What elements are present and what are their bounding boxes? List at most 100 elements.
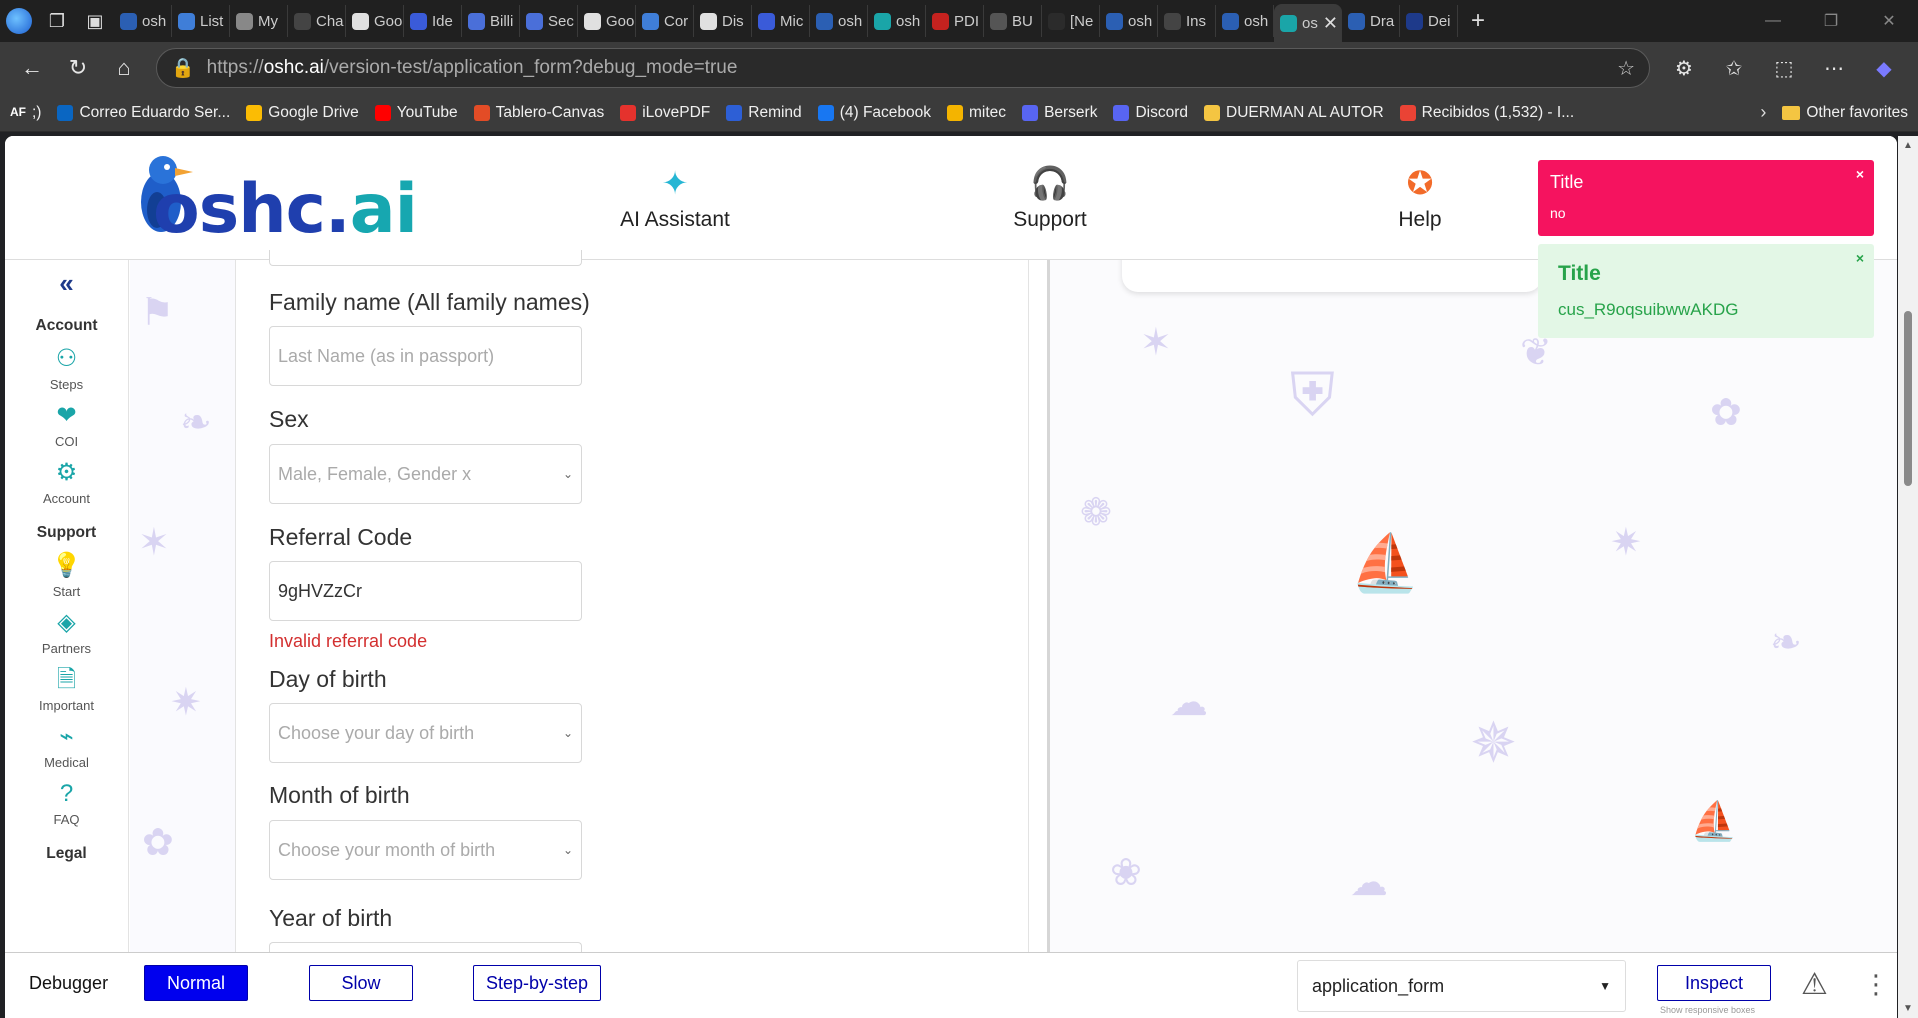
sidebar-item-steps[interactable]: ⚇ Steps (5, 345, 128, 392)
sidebar-item-start[interactable]: 💡 Start (5, 552, 128, 599)
browser-tab[interactable]: Cor (636, 5, 694, 37)
bookmarks-more-icon[interactable]: › (1760, 102, 1766, 123)
sidebar-item-medical[interactable]: ⌁ Medical (5, 723, 128, 770)
browser-tab[interactable]: osh (1216, 5, 1274, 37)
browser-tab[interactable]: Mic (752, 5, 810, 37)
browser-tab[interactable]: PDI (926, 5, 984, 37)
back-icon[interactable]: ← (12, 48, 52, 88)
address-bar[interactable]: 🔒 https://oshc.ai/version-test/applicati… (156, 48, 1650, 88)
browser-tab[interactable]: Billi (462, 5, 520, 37)
bookmark-item[interactable]: Remind (726, 104, 802, 122)
browser-tab[interactable]: Dra (1342, 5, 1400, 37)
new-tab-icon[interactable]: + (1458, 7, 1498, 35)
favorites-icon[interactable]: ✩ (1712, 48, 1756, 88)
browser-tab[interactable]: Ins (1158, 5, 1216, 37)
other-favorites[interactable]: Other favorites (1782, 104, 1908, 122)
tab-title: Dei (1428, 12, 1451, 30)
normal-mode-button[interactable]: Normal (144, 965, 248, 1001)
header-nav-support[interactable]: 🎧 Support (960, 162, 1140, 232)
close-tab-icon[interactable]: ✕ (1323, 13, 1338, 34)
extensions-icon[interactable]: ⚙ (1662, 48, 1706, 88)
sidebar-item-partners[interactable]: ◈ Partners (5, 609, 128, 656)
browser-tab[interactable]: Cha (288, 5, 346, 37)
browser-tab[interactable]: Dis (694, 5, 752, 37)
tab-title: BU (1012, 12, 1033, 30)
browser-tab[interactable]: Goo (346, 5, 404, 37)
bookmark-item[interactable]: iLovePDF (620, 104, 710, 122)
lock-icon[interactable]: 🔒 (171, 56, 195, 80)
day-of-birth-label: Day of birth (269, 666, 387, 692)
lifebuoy-icon: ✪ (1406, 165, 1434, 201)
chevron-down-icon: ⌄ (562, 843, 573, 857)
bookmark-item[interactable]: Correo Eduardo Ser... (57, 104, 230, 122)
browser-tab-active[interactable]: os ✕ (1274, 4, 1342, 42)
bookmark-item[interactable]: Google Drive (246, 104, 359, 122)
sidebar-item-important[interactable]: 🗎 Important (5, 666, 128, 713)
profile-avatar-icon[interactable] (0, 0, 38, 42)
step-by-step-button[interactable]: Step-by-step (473, 965, 601, 1001)
bookmark-item[interactable]: Recibidos (1,532) - I... (1399, 104, 1574, 122)
scroll-up-icon[interactable]: ▲ (1902, 140, 1914, 151)
bookmark-item[interactable]: DUERMAN AL AUTOR (1204, 104, 1384, 122)
browser-tab[interactable]: Dei (1400, 5, 1458, 37)
home-icon[interactable]: ⌂ (104, 48, 144, 88)
workspaces-icon[interactable]: ❐ (38, 0, 76, 42)
slow-mode-button[interactable]: Slow (309, 965, 413, 1001)
scrollbar-thumb[interactable] (1904, 311, 1912, 486)
scroll-down-icon[interactable]: ▼ (1902, 1003, 1914, 1014)
header-nav-ai-assistant[interactable]: ✦ AI Assistant (585, 162, 765, 232)
browser-tab[interactable]: BU (984, 5, 1042, 37)
browser-tab[interactable]: osh (868, 5, 926, 37)
copilot-icon[interactable]: ◆ (1862, 48, 1906, 88)
bookmark-item[interactable]: (4) Facebook (817, 104, 931, 122)
browser-tab[interactable]: osh (114, 5, 172, 37)
bookmarks-bar: AF;) Correo Eduardo Ser... Google Drive You… (0, 94, 1918, 132)
bookmark-item[interactable]: YouTube (374, 104, 458, 122)
minimize-icon[interactable]: — (1744, 12, 1802, 30)
bookmark-favicon-icon (1113, 104, 1130, 121)
browser-tab[interactable]: [Ne (1042, 5, 1100, 37)
warning-icon[interactable]: ⚠ (1801, 967, 1828, 1002)
more-vertical-icon[interactable]: ⋮ (1863, 969, 1889, 1000)
restore-icon[interactable]: ❐ (1802, 11, 1860, 31)
sidebar-item-faq[interactable]: ? FAQ (5, 780, 128, 827)
more-menu-icon[interactable]: ⋯ (1812, 48, 1856, 88)
oshc-logo[interactable]: oshc.ai (129, 150, 418, 250)
bookmark-item[interactable]: mitec (947, 104, 1006, 122)
sidebar-item-coi[interactable]: ❤ COI (5, 402, 128, 449)
refresh-icon[interactable]: ↻ (58, 48, 98, 88)
close-icon[interactable]: × (1856, 166, 1864, 182)
browser-tab[interactable]: Goo (578, 5, 636, 37)
day-of-birth-select[interactable]: Choose your day of birth ⌄ (269, 703, 582, 763)
collapse-sidebar-icon[interactable]: « (5, 268, 128, 299)
doodle-leaf-icon: ❧ (180, 402, 212, 444)
bookmark-item[interactable]: Tablero-Canvas (473, 104, 604, 122)
close-icon[interactable]: × (1856, 250, 1864, 266)
sex-select[interactable]: Male, Female, Gender x ⌄ (269, 444, 582, 504)
screenshot-icon[interactable]: ⬚ (1762, 48, 1806, 88)
browser-tab[interactable]: My (230, 5, 288, 37)
family-name-input[interactable] (269, 326, 582, 386)
responsive-boxes-hint[interactable]: Show responsive boxes (1660, 1005, 1755, 1015)
bookmark-item[interactable]: Discord (1113, 104, 1188, 122)
vertical-tabs-icon[interactable]: ▣ (76, 0, 114, 42)
favorite-star-icon[interactable]: ☆ (1617, 56, 1635, 81)
month-of-birth-select[interactable]: Choose your month of birth ⌄ (269, 820, 582, 880)
url-text: https://oshc.ai/version-test/application… (206, 57, 738, 78)
browser-tab[interactable]: osh (810, 5, 868, 37)
browser-tab[interactable]: Ide (404, 5, 462, 37)
sidebar-item-account[interactable]: ⚙ Account (5, 459, 128, 506)
browser-tab[interactable]: Sec (520, 5, 578, 37)
header-nav-help[interactable]: ✪ Help (1330, 162, 1510, 232)
tab-title: osh (1244, 12, 1269, 30)
page-select[interactable]: application_form ▼ (1297, 960, 1626, 1012)
page-scrollbar[interactable]: ▲ ▼ (1898, 136, 1918, 1018)
referral-code-input[interactable] (269, 561, 582, 621)
inspect-button[interactable]: Inspect (1657, 965, 1771, 1001)
tab-title: Cor (664, 12, 689, 30)
close-window-icon[interactable]: ✕ (1860, 11, 1918, 31)
browser-tab[interactable]: List (172, 5, 230, 37)
bookmark-item[interactable]: Berserk (1022, 104, 1097, 122)
bookmark-item[interactable]: AF;) (10, 104, 41, 122)
browser-tab[interactable]: osh (1100, 5, 1158, 37)
